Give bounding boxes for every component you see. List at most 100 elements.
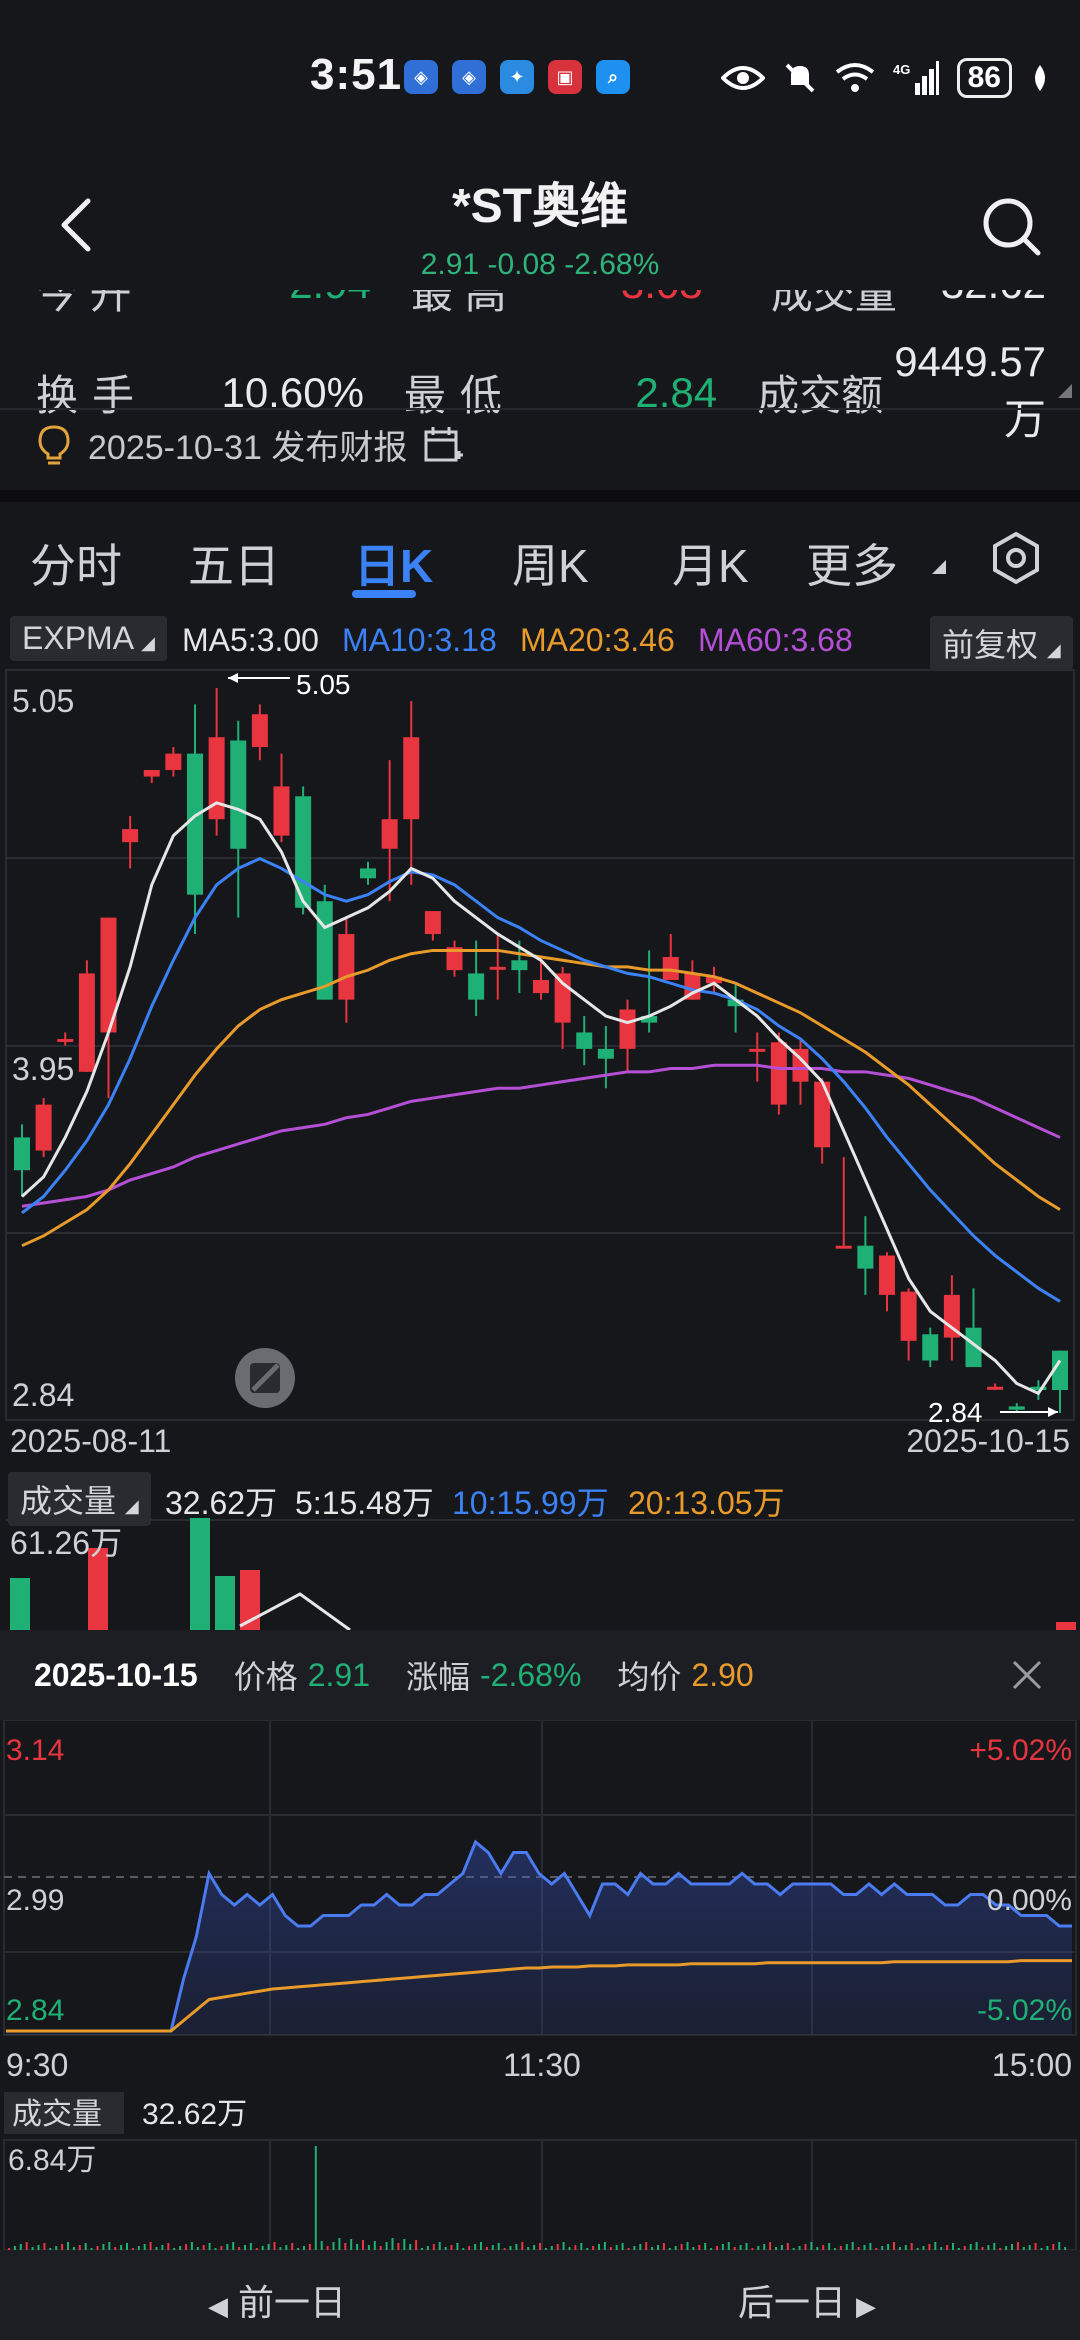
app-notification-icon: ◈ — [452, 60, 486, 94]
tab-more[interactable]: 更多 — [806, 530, 898, 596]
intraday-volume-bar — [704, 2243, 707, 2250]
intraday-volume-bar — [126, 2243, 128, 2250]
intraday-volume-bar — [291, 2243, 294, 2250]
expma-label: EXPMA — [22, 620, 133, 656]
intraday-volume-bar — [769, 2242, 772, 2250]
intraday-volume-bar — [108, 2242, 111, 2250]
time-mid: 11:30 — [503, 2047, 581, 2083]
intraday-volume-bar — [373, 2241, 376, 2250]
intraday-chart[interactable]: 3.14 2.99 2.84 +5.02% 0.00% -5.02% 9:30 … — [0, 1720, 1080, 2250]
date-start: 2025-08-11 — [10, 1423, 171, 1459]
intraday-volume-bar — [975, 2242, 978, 2250]
intraday-volume-bar — [893, 2242, 895, 2250]
popup-date: 2025-10-15 — [34, 1656, 198, 1693]
candle-body — [770, 1042, 787, 1105]
turnover-label: 换手 — [36, 372, 149, 419]
wifi-icon — [835, 63, 874, 92]
intraday-volume-bar — [43, 2243, 46, 2250]
info-value: 32.62万 — [941, 290, 1046, 320]
intraday-volume-bar — [745, 2243, 748, 2250]
intraday-volume-bar — [344, 2243, 347, 2250]
candle-body — [576, 1032, 593, 1049]
candle-body — [78, 973, 95, 1072]
intraday-volume-bar — [1058, 2242, 1061, 2250]
time-end: 15:00 — [992, 2047, 1072, 2083]
intraday-volume-bar — [84, 2243, 87, 2250]
popup-price-label: 价格 — [233, 1659, 298, 1695]
popup-avg-label: 均价 — [617, 1659, 682, 1695]
app-notification-icon: ◈ — [404, 60, 438, 94]
chart-float-button[interactable] — [235, 1348, 295, 1408]
next-day-label: 后一日 — [738, 2282, 847, 2323]
time-start: 9:30 — [6, 2047, 68, 2083]
intraday-volume-bar — [562, 2242, 565, 2250]
intraday-volume-header: 成交量 32.62万 — [4, 2092, 247, 2134]
period-tabs: 分时 五日 日K 周K 月K 更多 — [0, 520, 1080, 600]
candle-body — [251, 714, 268, 748]
tab-monthly-k[interactable]: 月K — [672, 530, 749, 596]
next-day-button[interactable]: 后一日 ▶ — [738, 2274, 876, 2326]
intraday-volume-bar — [415, 2240, 418, 2250]
intraday-volume-bar — [521, 2242, 524, 2250]
app-notification-icon: ✦ — [500, 60, 534, 94]
candle-body — [835, 1245, 852, 1249]
intraday-volume-bar — [338, 2238, 341, 2250]
candle-body — [122, 829, 139, 843]
candlestick-chart[interactable]: 5.05 3.95 2.84 5.05 2.84 2025-08-11 2025… — [0, 668, 1080, 1468]
intraday-volume-bar — [438, 2242, 441, 2250]
intraday-volume-bar — [249, 2243, 252, 2250]
calendar-add-icon[interactable] — [423, 425, 464, 465]
system-icons: 4G 86 — [720, 58, 1050, 98]
intraday-volume-bar — [273, 2242, 276, 2250]
candle-body — [900, 1291, 917, 1341]
intraday-vol-total: 32.62万 — [142, 2098, 247, 2131]
info-value: 3.03 — [621, 290, 731, 320]
intraday-volume-bar — [403, 2239, 406, 2250]
intraday-volume-bar — [456, 2243, 459, 2250]
candle-body — [187, 753, 203, 895]
intraday-volume-bar — [167, 2243, 170, 2250]
tab-daily-k[interactable]: 日K — [354, 530, 433, 596]
intraday-volume-bar — [810, 2242, 813, 2250]
intraday-volume-bar — [993, 2243, 996, 2250]
date-end: 2025-10-15 — [906, 1423, 1070, 1459]
tab-weekly-k[interactable]: 周K — [512, 530, 589, 596]
intraday-volume-bar — [869, 2243, 872, 2250]
tab-five-day[interactable]: 五日 — [188, 530, 280, 596]
candle-body — [879, 1255, 895, 1295]
volume-bar — [1056, 1622, 1076, 1630]
intraday-volume-bar — [952, 2243, 954, 2250]
intraday-pct-mid: 0.00% — [987, 1884, 1072, 1917]
intraday-volume-bar — [391, 2238, 394, 2250]
expma-selector[interactable]: EXPMA ◢ — [10, 616, 167, 661]
candle-body — [533, 979, 549, 994]
earnings-report-notice[interactable]: 2025-10-31 发布财报 — [36, 420, 464, 469]
expand-corner-icon[interactable] — [1058, 384, 1072, 398]
tab-intraday[interactable]: 分时 — [30, 530, 122, 596]
candle-body — [57, 1039, 74, 1043]
settings-hexagon-icon[interactable] — [988, 530, 1044, 586]
prev-day-button[interactable]: ◀ 前一日 — [208, 2274, 346, 2326]
intraday-y-low: 2.84 — [6, 1994, 64, 2027]
adjust-selector[interactable]: 前复权 ◢ — [930, 616, 1073, 670]
popup-avg: 2.90 — [691, 1656, 754, 1693]
volume-chart: 61.26万 — [0, 1518, 1080, 1630]
intraday-volume-bar — [828, 2243, 831, 2250]
candle-body — [338, 934, 355, 1000]
adjust-label: 前复权 — [942, 627, 1039, 663]
ma20-value: MA20:3.46 — [520, 622, 675, 658]
search-icon[interactable] — [980, 195, 1044, 259]
report-text: 2025-10-31 发布财报 — [88, 429, 408, 467]
intraday-volume-bar — [480, 2242, 482, 2250]
intraday-volume-bar — [1034, 2243, 1037, 2250]
stock-title: *ST奥维 — [451, 180, 629, 233]
intraday-volume-bar — [362, 2240, 364, 2250]
app-notification-icon: ▣ — [548, 60, 582, 94]
intraday-volume-bar — [314, 2146, 317, 2250]
signal-icon: 4G — [893, 61, 939, 95]
close-icon[interactable] — [1010, 1658, 1044, 1692]
status-time: 3:51 — [310, 50, 403, 99]
info-label: 最 高 — [410, 290, 507, 317]
candle-body — [662, 957, 679, 980]
intraday-volume-bar — [332, 2242, 335, 2250]
